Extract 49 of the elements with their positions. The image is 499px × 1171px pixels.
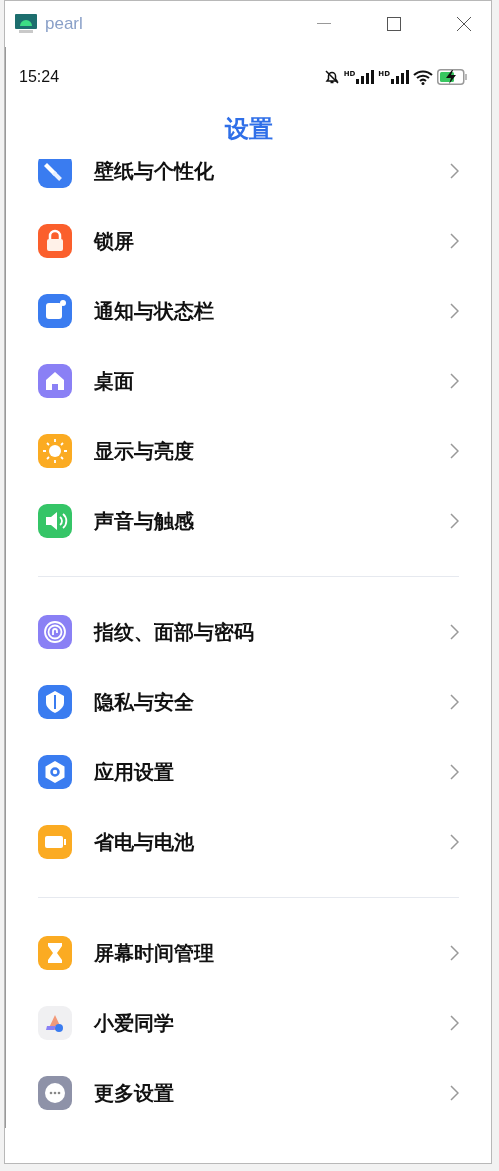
wifi-icon: [413, 69, 433, 85]
chevron-icon: [450, 443, 459, 459]
settings-item[interactable]: 桌面: [6, 346, 491, 416]
settings-item[interactable]: 更多设置: [6, 1058, 491, 1128]
chevron-icon: [450, 373, 459, 389]
more-icon: [38, 1076, 72, 1110]
speaker-icon: [38, 504, 72, 538]
chevron-icon: [450, 694, 459, 710]
hourglass-icon: [38, 936, 72, 970]
padlock-icon: [38, 224, 72, 258]
signal-icon: [391, 70, 409, 84]
settings-item[interactable]: 指纹、面部与密码: [6, 597, 491, 667]
minimize-icon[interactable]: [317, 23, 331, 25]
battery-charging-icon: [437, 69, 467, 85]
settings-item[interactable]: 应用设置: [6, 737, 491, 807]
chevron-icon: [450, 834, 459, 850]
maximize-icon[interactable]: [387, 17, 401, 31]
house-icon: [38, 364, 72, 398]
chevron-icon: [450, 1085, 459, 1101]
shield-icon: [38, 685, 72, 719]
chevron-icon: [450, 764, 459, 780]
settings-item[interactable]: 锁屏: [6, 206, 491, 276]
settings-item[interactable]: 通知与状态栏: [6, 276, 491, 346]
chevron-icon: [450, 945, 459, 961]
chevron-icon: [450, 513, 459, 529]
fingerprint-icon: [38, 615, 72, 649]
muted-bell-icon: [323, 69, 340, 85]
android-icon: [15, 14, 37, 34]
settings-item[interactable]: 隐私与安全: [6, 667, 491, 737]
settings-item[interactable]: 屏幕时间管理: [6, 918, 491, 988]
status-time: 15:24: [19, 68, 60, 86]
settings-item[interactable]: 声音与触感: [6, 486, 491, 556]
sun-icon: [38, 434, 72, 468]
window-title: pearl: [45, 14, 83, 34]
signal-icon: [356, 70, 375, 84]
page-title: 设置: [224, 114, 273, 145]
chevron-icon: [450, 233, 459, 249]
settings-item[interactable]: 省电与电池: [6, 807, 491, 877]
settings-item[interactable]: 壁纸与个性化: [6, 159, 491, 206]
notification-icon: [38, 294, 72, 328]
settings-item[interactable]: 小爱同学: [6, 988, 491, 1058]
chevron-icon: [450, 303, 459, 319]
assistant-icon: [38, 1006, 72, 1040]
chevron-icon: [450, 1015, 459, 1031]
chevron-icon: [450, 163, 459, 179]
chevron-icon: [450, 624, 459, 640]
settings-item[interactable]: 显示与亮度: [6, 416, 491, 486]
close-icon[interactable]: [457, 17, 471, 31]
battery-icon: [38, 825, 72, 859]
